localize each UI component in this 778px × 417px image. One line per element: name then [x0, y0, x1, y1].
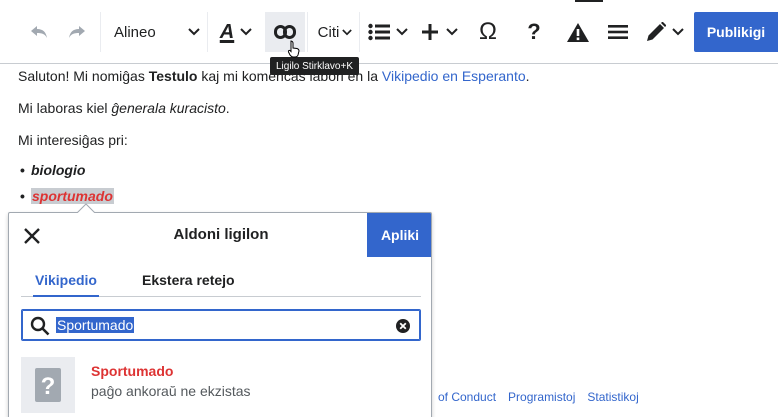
pencil-icon	[647, 22, 666, 41]
cite-label: Citi	[317, 23, 340, 41]
wiki-link[interactable]: Vikipedio en Esperanto	[382, 68, 526, 84]
svg-text:?: ?	[41, 373, 56, 400]
chevron-down-icon	[188, 28, 200, 36]
close-icon	[24, 228, 40, 244]
article-content[interactable]: Saluton! Mi nomiĝas Testulo kaj mi komen…	[18, 66, 768, 212]
clear-icon[interactable]	[396, 319, 410, 333]
selected-red-link[interactable]: sportumado	[31, 188, 114, 204]
text: .	[525, 68, 530, 84]
paragraph-work: Mi laboras kiel ĝenerala kuracisto.	[18, 98, 768, 118]
undo-icon	[31, 26, 47, 38]
question-mark-icon: ?	[35, 368, 61, 402]
footer-link-developers[interactable]: Programistoj	[508, 390, 575, 404]
toolbar-separator	[100, 12, 101, 52]
text: .	[225, 100, 230, 116]
toolbar-separator	[207, 12, 208, 52]
alert-icon	[567, 22, 589, 42]
editor-toolbar: Alineo A Citi Ω ? Publikigi	[0, 0, 778, 64]
mouse-pointer-icon	[288, 40, 300, 58]
page-options-button[interactable]	[600, 12, 636, 52]
insert-dropdown[interactable]	[418, 12, 462, 52]
chevron-down-icon	[240, 28, 252, 36]
menu-icon	[608, 25, 628, 39]
redo-button[interactable]	[60, 12, 94, 52]
chevron-down-icon	[672, 28, 684, 36]
link-icon	[274, 25, 296, 39]
list-dropdown[interactable]	[364, 12, 412, 52]
list-item: sportumado	[18, 186, 768, 206]
footer-link-conduct[interactable]: of Conduct	[438, 390, 496, 404]
text-style-icon: A	[219, 20, 235, 43]
search-value: Sportumado	[56, 317, 135, 333]
cite-dropdown[interactable]: Citi	[312, 12, 358, 52]
list-item: biologio	[18, 160, 768, 180]
link-tooltip: Ligilo Stirklavo+K	[270, 57, 359, 75]
text: Saluton! Mi nomiĝas	[18, 68, 149, 84]
omega-icon: Ω	[479, 18, 497, 45]
text-style-dropdown[interactable]: A	[210, 12, 262, 52]
apply-button[interactable]: Apliki	[367, 213, 431, 257]
plus-icon	[422, 24, 438, 40]
toolbar-tab-indicator	[575, 0, 603, 2]
result-title: Sportumado	[91, 363, 174, 379]
tab-internal[interactable]: Vikipedio	[33, 267, 99, 297]
result-description: paĝo ankoraŭ ne ekzistas	[91, 383, 251, 399]
footer-link-statistics[interactable]: Statistikoj	[587, 390, 638, 404]
link-type-tabs: Vikipedio Ekstera retejo	[21, 267, 421, 297]
help-icon: ?	[527, 19, 541, 44]
redo-icon	[69, 26, 85, 38]
italic-text: ĝenerala kuracisto	[111, 100, 226, 116]
dialog-header: Aldoni ligilon Apliki	[9, 213, 431, 257]
paragraph-format-label: Alineo	[114, 23, 156, 41]
undo-button[interactable]	[22, 12, 56, 52]
notices-button[interactable]	[558, 12, 598, 52]
chevron-down-icon	[396, 28, 408, 36]
interests-list: biologio sportumado	[18, 160, 768, 206]
paragraph-format-dropdown[interactable]: Alineo	[108, 12, 206, 52]
link-inspector-dialog: Aldoni ligilon Apliki Vikipedio Ekstera …	[8, 212, 432, 417]
bold-text: Testulo	[148, 68, 198, 84]
help-button[interactable]: ?	[516, 12, 552, 52]
close-button[interactable]	[17, 221, 47, 251]
special-character-button[interactable]: Ω	[468, 12, 508, 52]
publish-button[interactable]: Publikigi	[694, 12, 778, 52]
text: Mi laboras kiel	[18, 100, 112, 116]
toolbar-separator	[307, 12, 308, 52]
edit-mode-dropdown[interactable]	[640, 12, 690, 52]
paragraph-intro: Saluton! Mi nomiĝas Testulo kaj mi komen…	[18, 66, 768, 86]
popup-pointer	[77, 203, 95, 213]
tab-external[interactable]: Ekstera retejo	[142, 267, 235, 297]
search-icon	[30, 316, 50, 336]
bullet-list-icon	[368, 23, 390, 41]
search-result-item[interactable]: ? Sportumado paĝo ankoraŭ ne ekzistas	[9, 353, 431, 417]
chevron-down-icon	[342, 28, 353, 35]
link-search-input[interactable]: Sportumado	[21, 309, 421, 341]
toolbar-separator	[359, 12, 360, 52]
chevron-down-icon	[446, 28, 458, 36]
footer-links: of Conduct Programistoj Statistikoj	[438, 390, 639, 404]
paragraph-interests: Mi interesiĝas pri:	[18, 132, 128, 148]
result-thumbnail: ?	[21, 357, 75, 413]
